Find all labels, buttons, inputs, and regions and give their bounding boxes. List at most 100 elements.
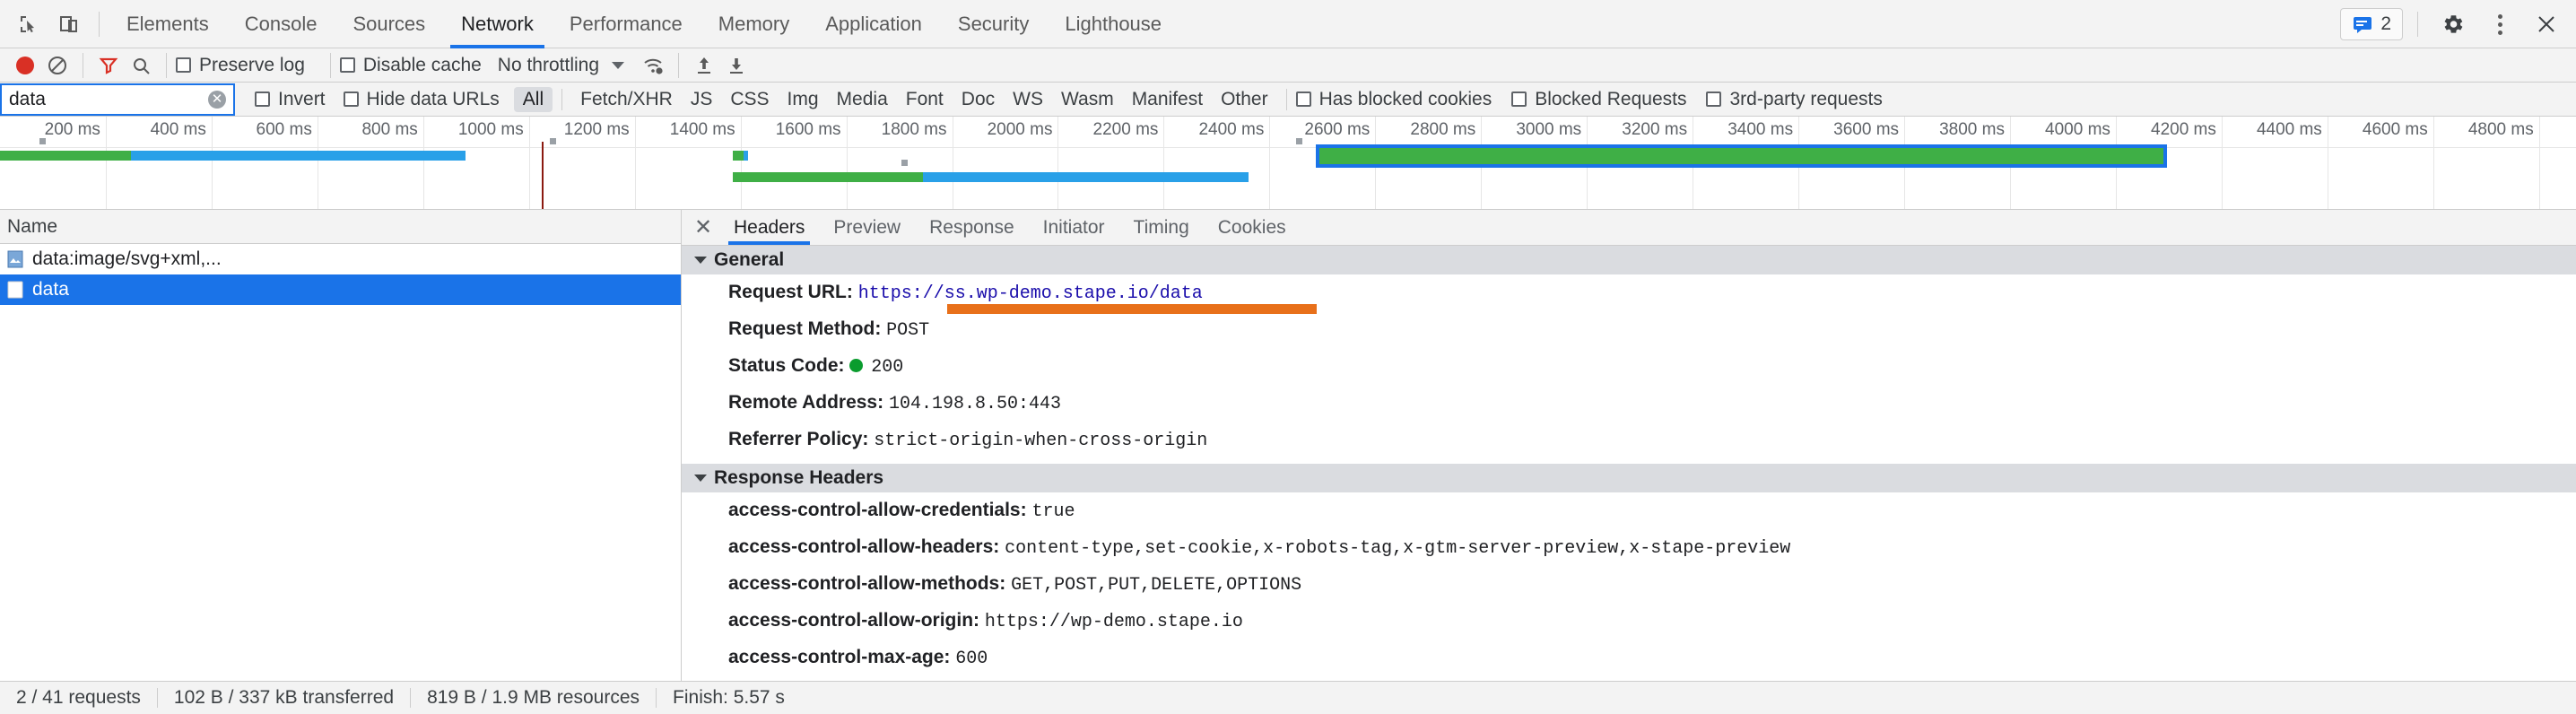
- panel-tabs: Elements Console Sources Network Perform…: [109, 0, 1179, 48]
- hide-data-urls-label: Hide data URLs: [366, 88, 500, 109]
- list-item[interactable]: data: [0, 274, 681, 305]
- tick-label: 4400 ms: [2256, 120, 2322, 139]
- tab-application[interactable]: Application: [807, 0, 940, 48]
- overview-request-bar[interactable]: [1316, 144, 2167, 168]
- filter-type-other[interactable]: Other: [1212, 87, 1277, 112]
- device-toolbar-icon[interactable]: [48, 4, 90, 45]
- tab-security[interactable]: Security: [940, 0, 1047, 48]
- inspect-icon[interactable]: [7, 4, 48, 45]
- header-name: Status Code:: [728, 355, 845, 376]
- overview-request-bar[interactable]: [0, 151, 466, 161]
- close-icon[interactable]: [2526, 4, 2567, 45]
- throttling-dropdown[interactable]: No throttling: [498, 55, 637, 76]
- search-button[interactable]: [125, 50, 157, 81]
- timeline-tick: 1200 ms: [564, 117, 636, 209]
- funnel-icon: [99, 57, 118, 74]
- third-party-requests-label: 3rd-party requests: [1729, 88, 1883, 109]
- tab-sources[interactable]: Sources: [335, 0, 443, 48]
- tab-label: Headers: [734, 216, 805, 238]
- overview-request-bar[interactable]: [732, 151, 749, 161]
- general-row-request-url: Request URL: https://ss.wp-demo.stape.io…: [682, 274, 2576, 314]
- invert-label: Invert: [278, 88, 326, 109]
- tick-label: 3600 ms: [1833, 120, 1900, 139]
- checkbox-box: [255, 91, 270, 107]
- tab-timing[interactable]: Timing: [1119, 210, 1204, 245]
- checkbox-box: [339, 57, 355, 73]
- tab-memory[interactable]: Memory: [701, 0, 807, 48]
- header-name: access-control-max-age:: [728, 647, 951, 667]
- filter-type-css[interactable]: CSS: [721, 87, 778, 112]
- tab-preview[interactable]: Preview: [819, 210, 915, 245]
- clear-button[interactable]: [41, 50, 74, 81]
- header-name: access-control-allow-methods:: [728, 573, 1006, 594]
- gear-icon[interactable]: [2432, 4, 2474, 45]
- ruler-baseline: [0, 147, 2576, 148]
- filter-type-wasm[interactable]: Wasm: [1052, 87, 1123, 112]
- overview-request-bar[interactable]: [732, 172, 1249, 182]
- filter-type-doc[interactable]: Doc: [953, 87, 1004, 112]
- import-har-button[interactable]: [688, 50, 720, 81]
- timeline-tick: 200 ms: [45, 117, 107, 209]
- header-value[interactable]: https://ss.wp-demo.stape.io/data: [858, 283, 1203, 304]
- resource-type-filters: All Fetch/XHR JS CSS Img Media Font Doc …: [513, 86, 1277, 112]
- hide-data-urls-checkbox[interactable]: Hide data URLs: [343, 88, 500, 110]
- tab-initiator[interactable]: Initiator: [1029, 210, 1119, 245]
- more-options-icon[interactable]: [2479, 4, 2520, 45]
- filter-toggle-button[interactable]: [92, 50, 125, 81]
- header-name: access-control-allow-headers:: [728, 536, 1000, 557]
- filter-type-manifest[interactable]: Manifest: [1123, 87, 1212, 112]
- filter-type-js[interactable]: JS: [682, 87, 722, 112]
- filter-type-fetch-xhr[interactable]: Fetch/XHR: [571, 87, 682, 112]
- invert-checkbox[interactable]: Invert: [255, 89, 326, 110]
- chevron-down-icon: [612, 61, 625, 69]
- request-name: data:image/svg+xml,...: [32, 248, 222, 269]
- network-conditions-button[interactable]: [637, 50, 669, 81]
- filter-divider: [561, 88, 563, 110]
- header-name: Request Method:: [728, 318, 882, 339]
- general-row-request-method: Request Method: POST: [682, 311, 2576, 348]
- network-overview-timeline[interactable]: 200 ms 400 ms 600 ms 800 ms 1000 ms 1200 ms 14…: [0, 117, 2576, 210]
- close-detail-icon[interactable]: ✕: [687, 210, 719, 245]
- tab-elements[interactable]: Elements: [109, 0, 227, 48]
- header-name: Remote Address:: [728, 392, 884, 413]
- export-har-button[interactable]: [720, 50, 753, 81]
- clear-filter-icon[interactable]: ✕: [208, 90, 226, 109]
- overview-marker-dot: [901, 160, 909, 166]
- filter-type-img[interactable]: Img: [779, 87, 828, 112]
- filter-type-ws[interactable]: WS: [1004, 87, 1052, 112]
- tab-lighthouse[interactable]: Lighthouse: [1047, 0, 1179, 48]
- general-row-referrer-policy: Referrer Policy: strict-origin-when-cros…: [682, 422, 2576, 458]
- filter-type-media[interactable]: Media: [828, 87, 897, 112]
- list-item[interactable]: data:image/svg+xml,...: [0, 244, 681, 274]
- timeline-tick: 1600 ms: [776, 117, 848, 209]
- console-message-badge[interactable]: 2: [2340, 8, 2403, 40]
- filter-input-wrapper[interactable]: ✕: [0, 83, 235, 116]
- filter-type-all[interactable]: All: [513, 86, 553, 112]
- tab-console[interactable]: Console: [227, 0, 335, 48]
- tab-label: Elements: [126, 12, 209, 35]
- tab-performance[interactable]: Performance: [552, 0, 701, 48]
- checkbox-box: [176, 57, 191, 73]
- third-party-requests-checkbox[interactable]: 3rd-party requests: [1706, 88, 1883, 110]
- filter-type-font[interactable]: Font: [897, 87, 953, 112]
- tab-cookies[interactable]: Cookies: [1204, 210, 1301, 245]
- response-headers-section-header[interactable]: Response Headers: [682, 464, 2576, 492]
- tick-label: 3400 ms: [1727, 120, 1794, 139]
- wifi-settings-icon: [644, 58, 663, 74]
- bar-wait-segment: [732, 172, 924, 182]
- status-ok-icon: [849, 359, 864, 372]
- filter-input[interactable]: [2, 84, 233, 114]
- tab-response[interactable]: Response: [915, 210, 1029, 245]
- blocked-requests-checkbox[interactable]: Blocked Requests: [1511, 89, 1686, 110]
- tab-headers[interactable]: Headers: [719, 210, 819, 245]
- general-section-header[interactable]: General: [682, 246, 2576, 274]
- bar-wait-segment: [0, 151, 132, 161]
- has-blocked-cookies-checkbox[interactable]: Has blocked cookies: [1295, 89, 1492, 110]
- tab-network[interactable]: Network: [443, 0, 552, 48]
- disable-cache-checkbox[interactable]: Disable cache: [339, 55, 482, 76]
- record-button[interactable]: [9, 50, 41, 81]
- header-value: 104.198.8.50:443: [888, 394, 1061, 414]
- request-list-header[interactable]: Name: [0, 210, 681, 244]
- preserve-log-checkbox[interactable]: Preserve log: [176, 55, 305, 76]
- filter-divider-2: [1285, 88, 1287, 110]
